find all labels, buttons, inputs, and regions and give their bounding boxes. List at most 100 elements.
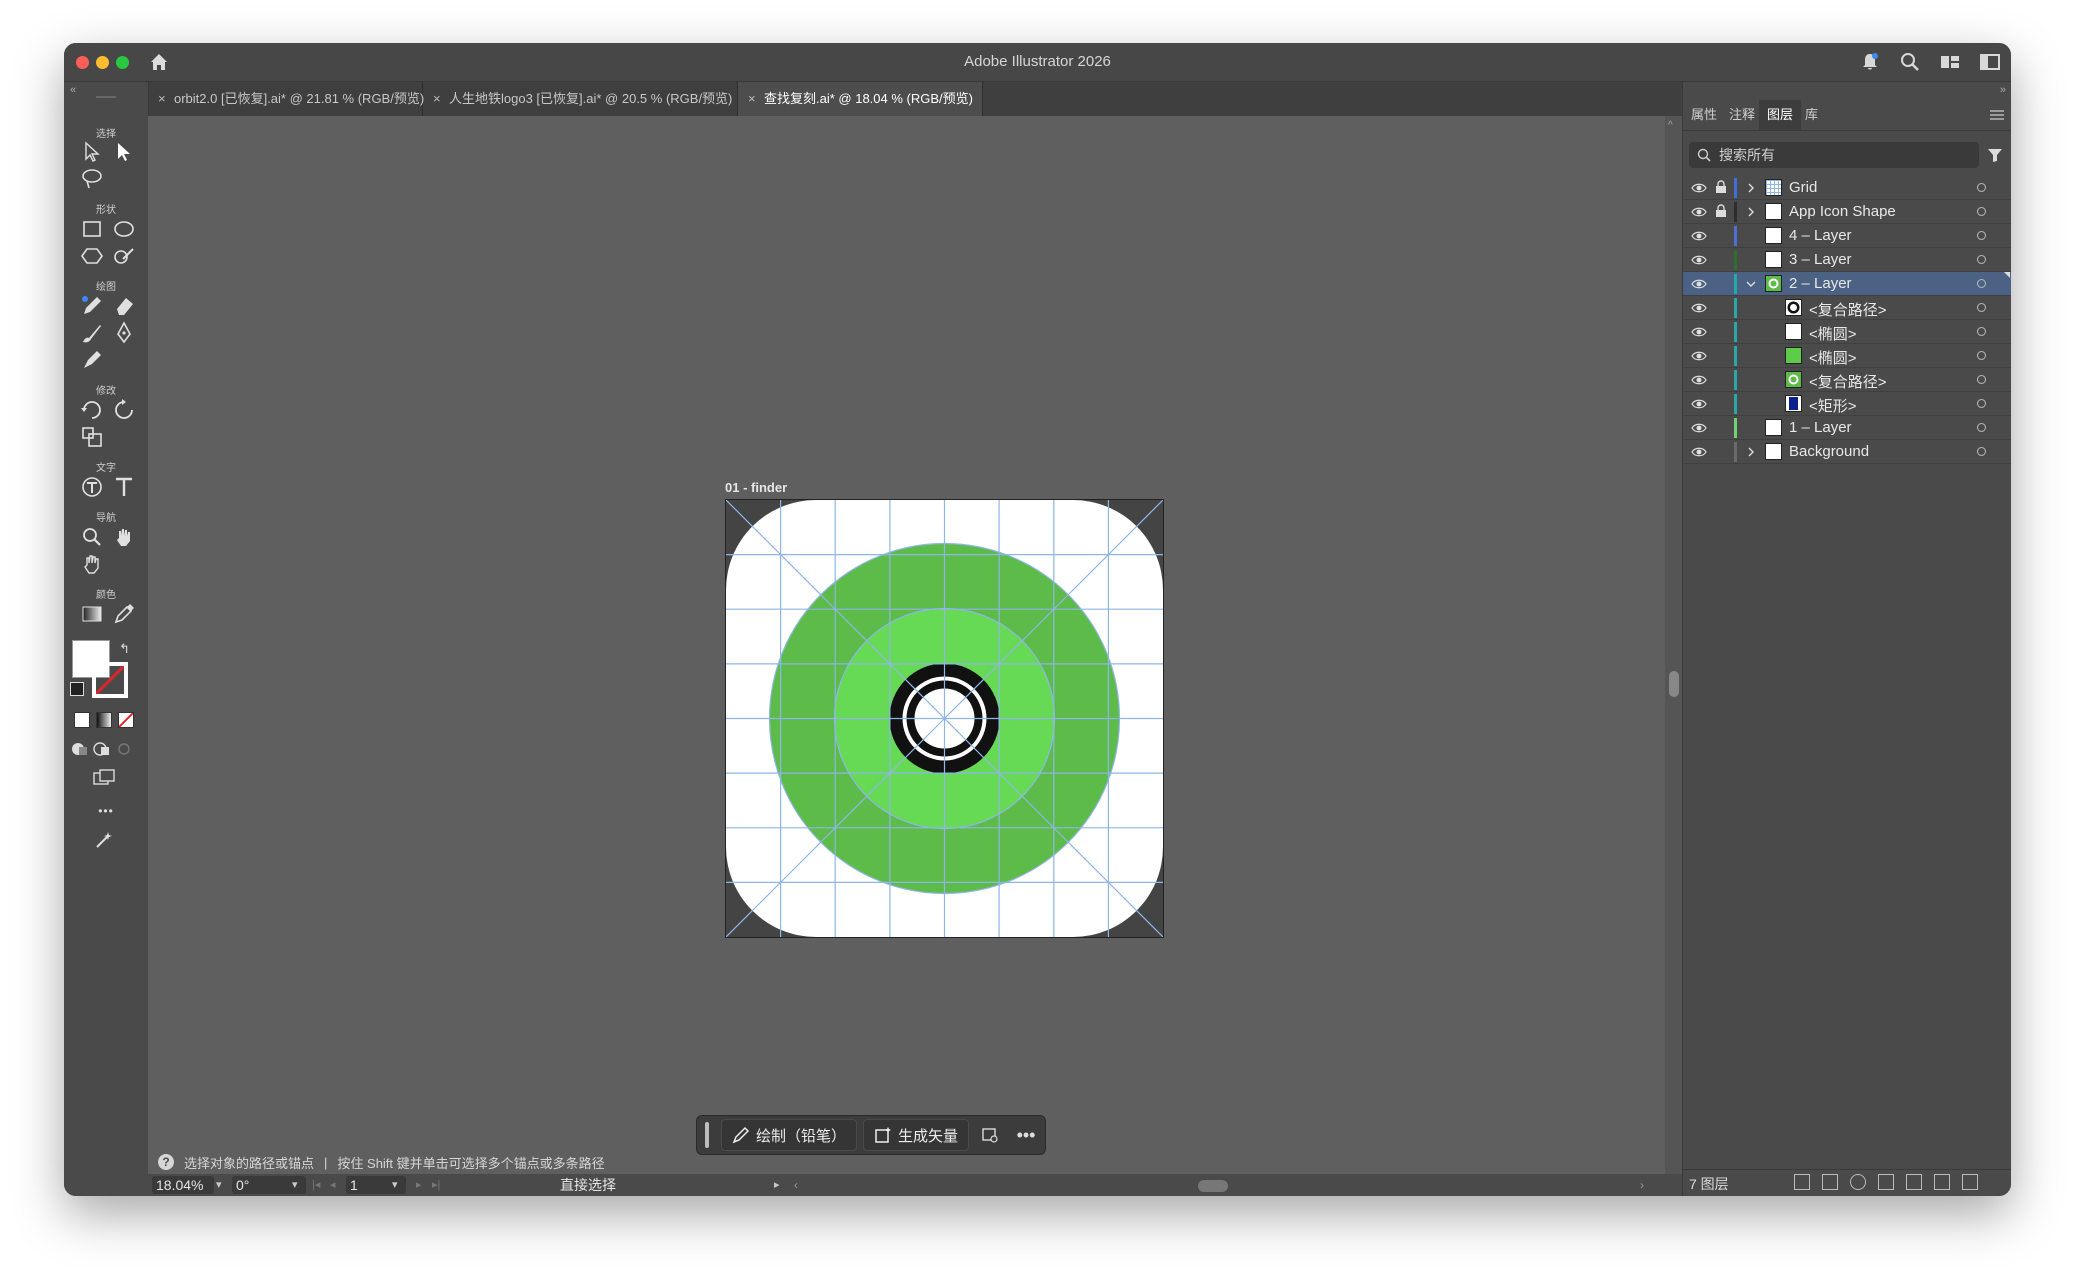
layer-name[interactable]: <矩形> — [1809, 395, 1857, 416]
visibility-eye-icon[interactable] — [1691, 324, 1707, 340]
scale-tool-icon[interactable] — [79, 424, 105, 450]
layer-name[interactable]: Grid — [1789, 179, 1817, 196]
artboard[interactable] — [725, 499, 1164, 938]
tab-metro-logo[interactable]: × 人生地铁logo3 [已恢复].ai* @ 20.5 % (RGB/预览) — [423, 82, 738, 116]
layer-row[interactable]: <椭圆> — [1683, 320, 2011, 344]
visibility-eye-icon[interactable] — [1691, 252, 1707, 268]
layer-name[interactable]: 4 – Layer — [1789, 227, 1852, 244]
layers-search[interactable]: 搜索所有 — [1689, 142, 1979, 168]
chevron-right-icon[interactable] — [1745, 181, 1757, 193]
prev-artboard-icon[interactable]: ◂ — [330, 1174, 336, 1196]
visibility-eye-icon[interactable] — [1691, 396, 1707, 412]
layer-name[interactable]: 3 – Layer — [1789, 251, 1852, 268]
tab-layers[interactable]: 图层 — [1759, 100, 1802, 130]
rotate-view-tool-icon[interactable] — [79, 551, 105, 577]
taskbar-grip[interactable] — [705, 1122, 709, 1148]
type-tool-icon[interactable] — [111, 474, 137, 500]
lock-toggle-area[interactable] — [1715, 300, 1727, 314]
tab-orbit[interactable]: × orbit2.0 [已恢复].ai* @ 21.81 % (RGB/预览) — [148, 82, 424, 116]
draw-normal-icon[interactable] — [70, 739, 90, 759]
hand-tool-icon[interactable] — [111, 524, 137, 550]
screen-mode-icon[interactable] — [91, 766, 117, 792]
draw-inside-icon[interactable] — [114, 739, 134, 759]
layer-name[interactable]: App Icon Shape — [1789, 203, 1896, 220]
visibility-eye-icon[interactable] — [1691, 228, 1707, 244]
chevron-right-icon[interactable] — [1745, 205, 1757, 217]
filter-icon[interactable] — [1986, 146, 2004, 164]
chevron-right-icon[interactable] — [1745, 445, 1757, 457]
scroll-up-icon[interactable]: ^ — [1668, 120, 1673, 131]
target-circle-icon[interactable] — [1977, 327, 1986, 336]
last-artboard-icon[interactable]: ▸| — [432, 1174, 440, 1196]
ai-assist-icon[interactable] — [93, 829, 115, 851]
collapse-panel-icon[interactable]: » — [2000, 84, 2006, 96]
layer-name[interactable]: <复合路径> — [1809, 371, 1887, 392]
pencil-tool-icon[interactable] — [79, 293, 105, 319]
swap-fill-stroke-icon[interactable]: ↰ — [119, 641, 130, 657]
scroll-right-icon[interactable]: › — [1640, 1174, 1644, 1196]
stroke-swatch[interactable] — [92, 662, 128, 698]
reflect-tool-icon[interactable] — [111, 397, 137, 423]
lock-toggle-area[interactable] — [1715, 228, 1727, 242]
layer-name[interactable]: <复合路径> — [1809, 299, 1887, 320]
zoom-tool-icon[interactable] — [79, 524, 105, 550]
tab-close-icon[interactable]: × — [158, 82, 166, 116]
shaper-tool-icon[interactable] — [111, 243, 137, 269]
vertical-scroll-thumb[interactable] — [1669, 671, 1679, 697]
status-menu-icon[interactable]: ▸ — [774, 1174, 780, 1196]
image-settings-icon[interactable] — [975, 1120, 1005, 1150]
curvature-pen-tool-icon[interactable] — [79, 347, 105, 373]
vertical-scrollbar[interactable]: ^ v — [1665, 116, 1682, 1196]
collapse-toolbar-icon[interactable]: « — [70, 84, 76, 96]
panel-layout-icon[interactable] — [1979, 51, 2001, 78]
ellipse-tool-icon[interactable] — [111, 216, 137, 242]
layer-name[interactable]: <椭圆> — [1809, 323, 1857, 344]
direct-selection-tool-icon[interactable] — [111, 139, 137, 165]
rotation-dropdown-icon[interactable]: ▾ — [292, 1174, 298, 1196]
layer-row[interactable]: <椭圆> — [1683, 344, 2011, 368]
visibility-eye-icon[interactable] — [1691, 204, 1707, 220]
locate-object-icon[interactable] — [1850, 1174, 1866, 1190]
layer-row[interactable]: 3 – Layer — [1683, 248, 2011, 272]
none-mode-icon[interactable] — [118, 712, 134, 728]
pen-tool-icon[interactable] — [111, 320, 137, 346]
collect-export-icon[interactable] — [1822, 1174, 1838, 1190]
target-circle-icon[interactable] — [1977, 255, 1986, 264]
eyedropper-tool-icon[interactable] — [111, 601, 137, 627]
eraser-tool-icon[interactable] — [111, 293, 137, 319]
target-circle-icon[interactable] — [1977, 447, 1986, 456]
lock-toggle-area[interactable] — [1715, 396, 1727, 410]
lock-toggle-area[interactable] — [1715, 348, 1727, 362]
next-artboard-icon[interactable]: ▸ — [416, 1174, 422, 1196]
horizontal-scroll-thumb[interactable] — [1198, 1180, 1228, 1192]
help-icon[interactable]: ? — [158, 1154, 174, 1170]
scroll-left-icon[interactable]: ‹ — [794, 1174, 798, 1196]
delete-layer-icon[interactable] — [1962, 1174, 1978, 1190]
lock-toggle-area[interactable] — [1715, 276, 1727, 290]
area-type-tool-icon[interactable] — [79, 474, 105, 500]
chevron-down-icon[interactable] — [1745, 277, 1757, 289]
more-options-icon[interactable]: ••• — [1011, 1120, 1041, 1150]
lock-icon[interactable] — [1715, 204, 1727, 218]
panel-menu-icon[interactable] — [1990, 108, 2004, 126]
layer-name[interactable]: <椭圆> — [1809, 347, 1857, 368]
layer-row[interactable]: <复合路径> — [1683, 368, 2011, 392]
more-tools-icon[interactable]: ••• — [64, 804, 148, 818]
visibility-eye-icon[interactable] — [1691, 444, 1707, 460]
target-circle-icon[interactable] — [1977, 183, 1986, 192]
search-icon[interactable] — [1899, 51, 1921, 78]
zoom-dropdown-icon[interactable]: ▾ — [216, 1174, 222, 1196]
layer-name[interactable]: Background — [1789, 443, 1869, 460]
visibility-eye-icon[interactable] — [1691, 276, 1707, 292]
tab-close-icon[interactable]: × — [433, 82, 441, 116]
target-circle-icon[interactable] — [1977, 279, 1986, 288]
tab-comments[interactable]: 注释 — [1721, 100, 1763, 130]
layer-row[interactable]: App Icon Shape — [1683, 200, 2011, 224]
layer-row[interactable]: Grid — [1683, 176, 2011, 200]
gradient-mode-icon[interactable] — [96, 712, 112, 728]
lasso-tool-icon[interactable] — [79, 166, 105, 192]
visibility-eye-icon[interactable] — [1691, 348, 1707, 364]
draw-behind-icon[interactable] — [92, 739, 112, 759]
target-circle-icon[interactable] — [1977, 231, 1986, 240]
clipping-mask-icon[interactable] — [1878, 1174, 1894, 1190]
